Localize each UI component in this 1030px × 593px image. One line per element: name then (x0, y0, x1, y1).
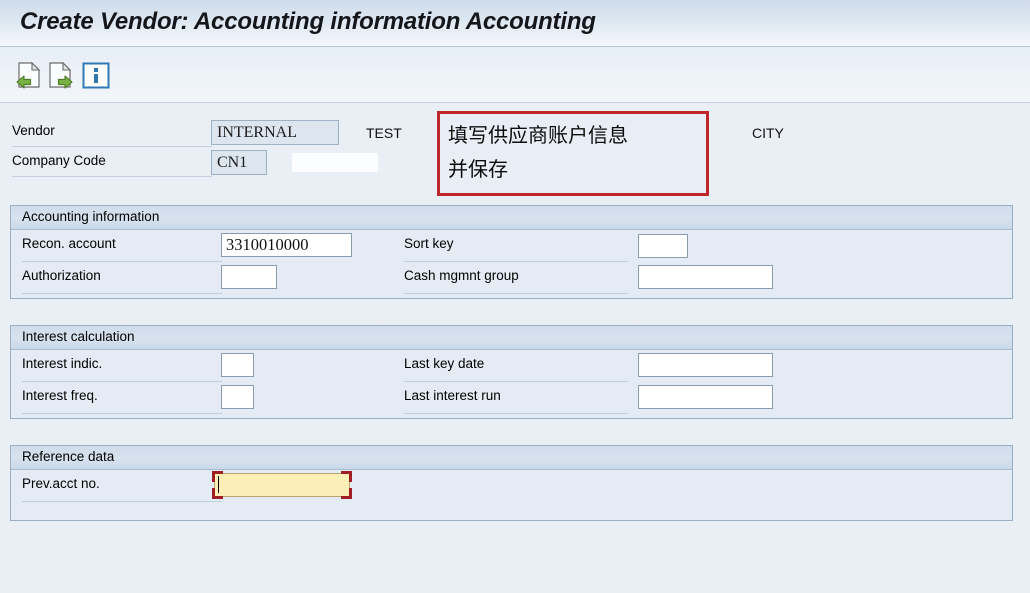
annotation-line-1: 填写供应商账户信息 (448, 123, 628, 147)
authorization-label: Authorization (22, 268, 101, 283)
accounting-information-group: Accounting information Recon. account 33… (10, 205, 1013, 299)
application-toolbar (0, 47, 1030, 103)
company-code-field[interactable]: CN1 (211, 150, 267, 175)
last-key-date-label: Last key date (404, 356, 485, 371)
last-interest-run-input[interactable] (638, 385, 773, 409)
last-key-date-input[interactable] (638, 353, 773, 377)
interest-freq-label: Interest freq. (22, 388, 98, 403)
authorization-input[interactable] (221, 265, 277, 289)
focus-marker-bottom-left (212, 488, 223, 499)
last-interest-run-label: Last interest run (404, 388, 501, 403)
cash-mgmnt-group-input[interactable] (638, 265, 773, 289)
focus-marker-top-left (212, 471, 223, 482)
authorization-row: Authorization Cash mgmnt group (11, 262, 1012, 294)
previous-screen-icon[interactable] (10, 59, 44, 91)
prev-acct-no-input[interactable] (212, 471, 352, 499)
reference-data-title: Reference data (22, 449, 115, 464)
reference-data-header: Reference data (11, 446, 1012, 470)
interest-calculation-title: Interest calculation (22, 329, 135, 344)
annotation-callout: 填写供应商账户信息 并保存 (437, 111, 709, 196)
vendor-label: Vendor (12, 123, 55, 138)
interest-calculation-header: Interest calculation (11, 326, 1012, 350)
recon-account-input[interactable]: 3310010000 (221, 233, 352, 257)
next-screen-icon[interactable] (45, 59, 79, 91)
cash-mgmnt-group-label: Cash mgmnt group (404, 268, 519, 283)
sort-key-label: Sort key (404, 236, 454, 251)
interest-indic-label: Interest indic. (22, 356, 103, 371)
accounting-information-title: Accounting information (22, 209, 160, 224)
company-code-label: Company Code (12, 153, 106, 168)
interest-indic-row: Interest indic. Last key date (11, 350, 1012, 382)
vendor-city-label: CITY (752, 125, 784, 141)
reference-data-group: Reference data Prev.acct no. (10, 445, 1013, 521)
annotation-line-2: 并保存 (448, 157, 508, 181)
interest-freq-input[interactable] (221, 385, 254, 409)
sort-key-input[interactable] (638, 234, 688, 258)
vendor-field[interactable]: INTERNAL (211, 120, 339, 145)
info-icon[interactable] (80, 59, 114, 91)
interest-indic-input[interactable] (221, 353, 254, 377)
prev-acct-no-row: Prev.acct no. (11, 470, 1012, 502)
interest-calculation-group: Interest calculation Interest indic. Las… (10, 325, 1013, 419)
recon-account-label: Recon. account (22, 236, 116, 251)
vendor-name-label: TEST (366, 125, 402, 141)
recon-account-row: Recon. account 3310010000 Sort key (11, 230, 1012, 262)
accounting-information-header: Accounting information (11, 206, 1012, 230)
focus-marker-bottom-right (341, 488, 352, 499)
window-title-bar: Create Vendor: Accounting information Ac… (0, 0, 1030, 47)
company-code-name-field[interactable] (292, 153, 378, 172)
interest-freq-row: Interest freq. Last interest run (11, 382, 1012, 414)
focus-marker-top-right (341, 471, 352, 482)
page-title: Create Vendor: Accounting information Ac… (20, 8, 596, 35)
prev-acct-no-label: Prev.acct no. (22, 476, 100, 491)
